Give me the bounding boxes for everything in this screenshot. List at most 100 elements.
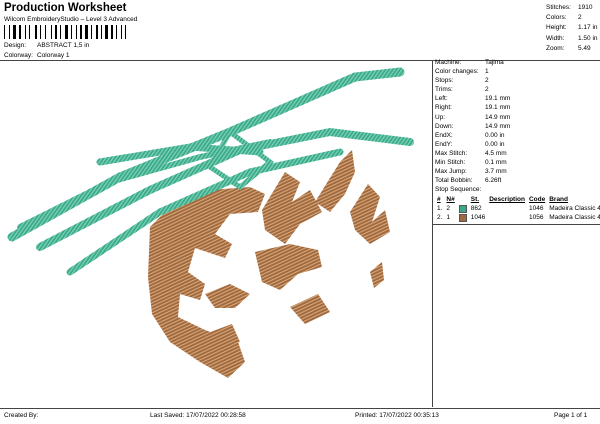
printed-date: Printed: 17/07/2022 00:35:13: [355, 412, 439, 419]
colorway-label: Colorway:: [4, 52, 33, 59]
info-value: 14.9 mm: [485, 122, 511, 130]
info-label: Min Stitch:: [435, 159, 466, 167]
info-value: 2: [485, 86, 489, 94]
barcode-bar: [125, 25, 126, 39]
barcode-bar: [55, 25, 57, 39]
barcode-bar: [85, 25, 88, 39]
info-label: Down:: [435, 122, 454, 130]
info-value: 19.1 mm: [485, 95, 511, 103]
panel-divider: [432, 60, 433, 407]
info-label: EndY:: [435, 140, 453, 148]
info-label: Max Jump:: [435, 168, 467, 176]
info-label: Color changes:: [435, 68, 479, 76]
info-label: Left:: [435, 95, 448, 103]
barcode-bar: [91, 25, 92, 39]
barcode-bar: [51, 25, 52, 39]
barcode-bar: [9, 25, 10, 39]
barcode-bar: [29, 25, 30, 39]
needle-number: 2: [446, 205, 451, 212]
barcode-bar: [13, 25, 16, 39]
info-value: 0.00 in: [485, 140, 505, 148]
barcode-bar: [4, 25, 5, 39]
barcode: [4, 25, 126, 39]
info-label: Machine:: [435, 59, 462, 66]
info-value: 6.26ft: [485, 177, 502, 185]
barcode-bar: [25, 25, 26, 39]
thread-code: 1046: [528, 205, 544, 212]
barcode-bar: [116, 25, 117, 39]
col-header: Code: [528, 196, 546, 203]
stat-value: 5.49: [578, 44, 591, 52]
col-header: #: [437, 196, 441, 203]
barcode-bar: [71, 25, 72, 39]
barcode-bar: [65, 25, 68, 39]
stat-label: Zoom:: [546, 44, 565, 52]
barcode-bar: [76, 25, 77, 39]
info-label: Trims:: [435, 86, 453, 94]
stat-label: Stitches:: [546, 4, 571, 11]
barcode-bar: [19, 25, 21, 39]
barcode-bar: [101, 25, 102, 39]
info-value: 4.5 mm: [485, 149, 507, 157]
info-value: 2: [485, 77, 489, 85]
info-value: 3.7 mm: [485, 168, 507, 176]
stat-label: Colors:: [546, 14, 567, 22]
stop-sequence-title: Stop Sequence:: [435, 186, 482, 194]
col-header: St.: [470, 196, 480, 203]
page-indicator: Page 1 of 1: [554, 412, 588, 419]
design-label: Design:: [4, 42, 27, 49]
thread-code: 1056: [528, 214, 544, 221]
barcode-bar: [60, 25, 61, 39]
thread-brand: Madeira Classic 40: [549, 214, 600, 221]
brown-thread-shapes: [148, 150, 390, 378]
last-saved: Last Saved: 17/07/2022 00:28:58: [150, 412, 246, 419]
barcode-bar: [121, 25, 122, 39]
row-index: 1.: [437, 205, 443, 212]
table-row: 2. 1 1046 1056 Madeira Classic 40: [435, 213, 600, 222]
table-header-row: # N# St. Description Code Brand: [435, 195, 600, 204]
col-header: Description: [489, 196, 525, 203]
machine-info: Machine: Tajima Color changes: 1 Stops: 2 T…: [435, 58, 510, 194]
info-label: EndX:: [435, 131, 453, 139]
info-value: 19.1 mm: [485, 104, 511, 112]
info-label: Right:: [435, 104, 452, 112]
description: [487, 213, 527, 222]
info-value: 14.9 mm: [485, 113, 511, 121]
col-header: Brand: [549, 196, 568, 203]
stat-label: Width:: [546, 34, 565, 42]
stat-value: 1910: [578, 4, 593, 11]
footer-divider: [0, 408, 600, 409]
thread-brand: Madeira Classic 40: [549, 205, 600, 212]
worksheet-title: Production Worksheet: [4, 2, 127, 14]
info-value: 1: [485, 68, 489, 76]
info-label: Stops:: [435, 77, 454, 85]
needle-number: 1: [446, 214, 451, 221]
stop-sequence-divider: [432, 224, 600, 225]
stat-value: 1.50 in: [578, 34, 598, 42]
barcode-bar: [40, 25, 41, 39]
description: [487, 204, 527, 213]
colorway-value: Colorway 1: [37, 52, 70, 59]
stat-value: 2: [578, 14, 582, 22]
software-subtitle: Wilcom EmbroideryStudio – Level 3 Advanc…: [4, 16, 138, 23]
design-value: ABSTRACT 1,5 in: [37, 42, 90, 49]
info-value: 0.00 in: [485, 131, 505, 139]
stitch-count: 1046: [470, 214, 486, 221]
table-row: 1. 2 862 1046 Madeira Classic 40: [435, 204, 600, 213]
barcode-bar: [105, 25, 108, 39]
info-label: Up:: [435, 113, 446, 121]
col-header: N#: [446, 196, 455, 203]
color-swatch-icon: [458, 204, 467, 213]
info-label: Total Bobbin:: [435, 177, 473, 185]
stat-value: 1.17 in: [578, 24, 598, 32]
barcode-bar: [35, 25, 37, 39]
barcode-bar: [96, 25, 98, 39]
barcode-bar: [45, 25, 46, 39]
row-index: 2.: [437, 214, 443, 221]
color-swatch-icon: [458, 213, 467, 222]
info-value: Tajima: [485, 59, 504, 66]
created-by: Created By:: [4, 412, 39, 419]
barcode-bar: [111, 25, 113, 39]
barcode-bar: [80, 25, 82, 39]
stitch-count: 862: [470, 205, 482, 212]
